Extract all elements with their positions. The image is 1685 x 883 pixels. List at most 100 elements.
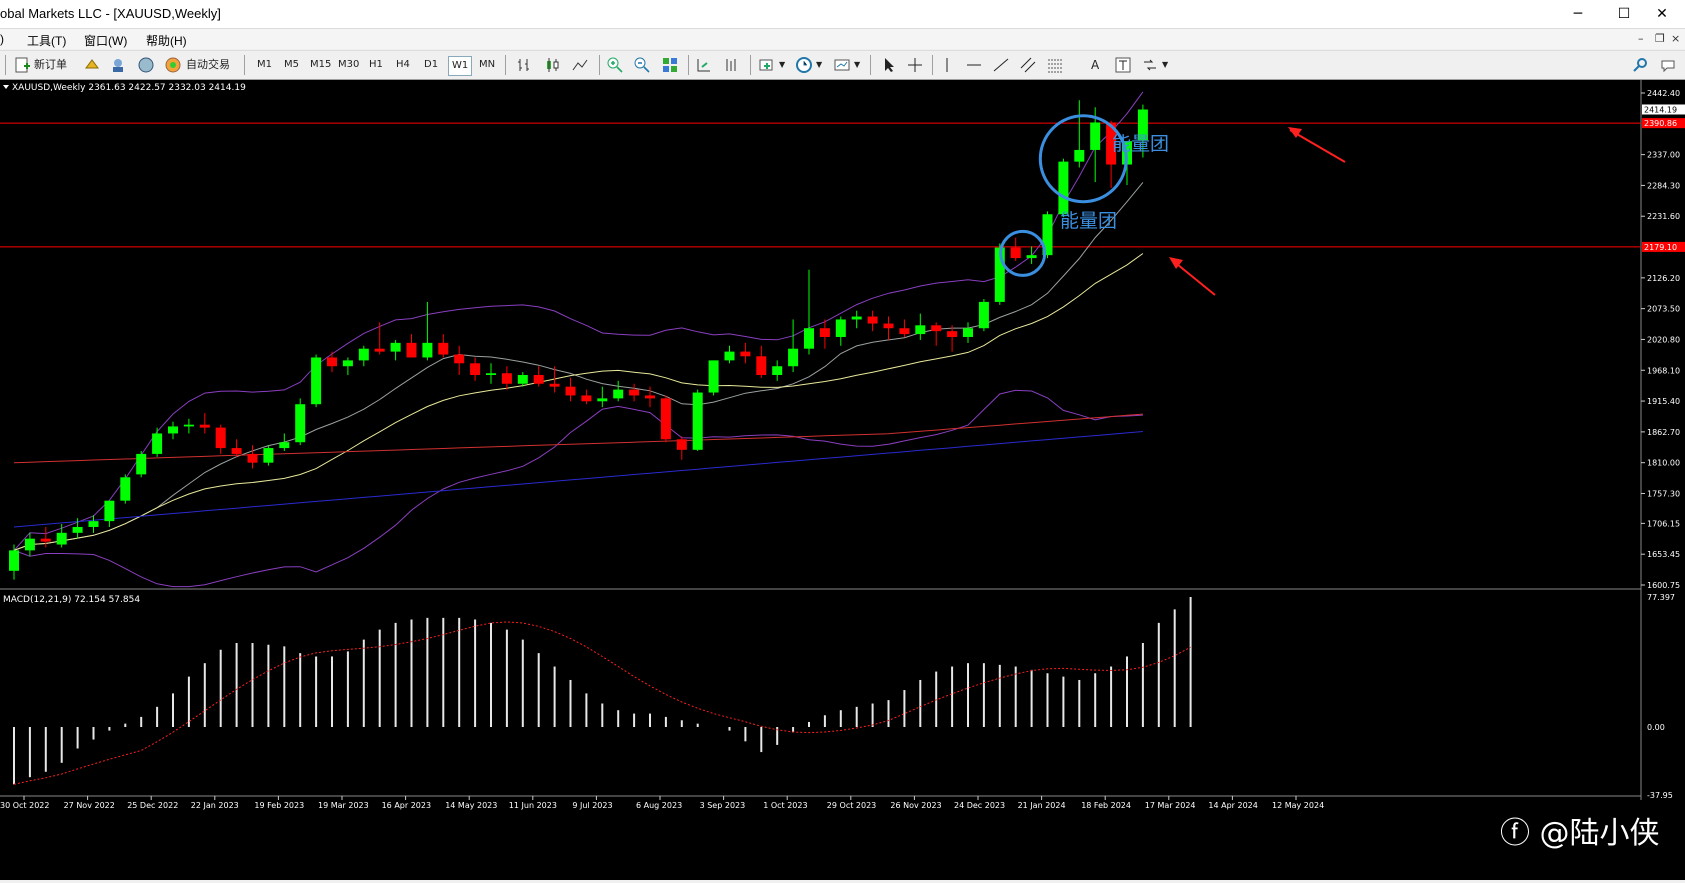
date-label: 9 Jul 2023: [572, 801, 612, 810]
candle-body: [406, 342, 417, 358]
tf-m1[interactable]: M1: [254, 56, 275, 74]
candle-body: [963, 328, 973, 337]
candle-body: [9, 550, 19, 571]
macd-scale-label: -37.95: [1647, 791, 1673, 800]
tf-d1[interactable]: D1: [421, 56, 441, 74]
candle-body: [24, 538, 35, 551]
periods-dropdown-icon[interactable]: ▼: [816, 55, 822, 75]
price-label: 2442.40: [1647, 89, 1680, 98]
candle-body: [358, 348, 369, 361]
candle-body: [390, 342, 401, 352]
price-label: 2126.20: [1647, 274, 1680, 283]
price-label: 1706.15: [1647, 519, 1680, 528]
chart-window[interactable]: XAUUSD,Weekly 2361.63 2422.57 2332.03 24…: [0, 80, 1685, 880]
text-label-icon[interactable]: [1114, 56, 1132, 74]
candle-body: [72, 526, 83, 533]
tile-windows-icon[interactable]: [661, 56, 679, 74]
fibonacci-icon[interactable]: [1046, 56, 1064, 74]
new-order-button[interactable]: 新订单: [34, 55, 67, 75]
tf-m30[interactable]: M30: [335, 56, 362, 74]
candle-body: [231, 448, 242, 454]
menu-item-help[interactable]: 帮助(H): [146, 32, 187, 49]
horizontal-line-icon[interactable]: [965, 56, 983, 74]
mdi-close-icon[interactable]: ×: [1671, 32, 1680, 45]
vertical-line-icon[interactable]: [938, 56, 956, 74]
candle-body: [708, 360, 719, 393]
candle-body: [676, 439, 687, 450]
date-label: 14 May 2023: [445, 801, 497, 810]
templates-dropdown-icon[interactable]: ▼: [854, 55, 860, 75]
minimize-button[interactable]: ─: [1555, 0, 1601, 28]
date-label: 19 Mar 2023: [318, 801, 369, 810]
auto-trade-icon[interactable]: [164, 56, 182, 74]
moving-average-10: [13, 182, 1144, 551]
zoom-in-icon[interactable]: [606, 56, 624, 74]
candlestick-icon[interactable]: [543, 56, 561, 74]
price-label: 1810.00: [1647, 459, 1680, 468]
candle-body: [549, 383, 560, 387]
tf-m15[interactable]: M15: [307, 56, 334, 74]
mdi-minimize-icon[interactable]: –: [1638, 32, 1644, 45]
terminal-icon[interactable]: [137, 56, 155, 74]
candle-body: [199, 424, 210, 428]
menu-item-tools[interactable]: 工具(T): [27, 32, 66, 49]
candle-body: [645, 395, 655, 399]
price-chart[interactable]: XAUUSD,Weekly 2361.63 2422.57 2332.03 24…: [0, 80, 1685, 880]
candle-body: [740, 351, 751, 357]
search-icon[interactable]: [1632, 56, 1650, 74]
line-chart-icon[interactable]: [571, 56, 589, 74]
autoscroll-icon[interactable]: [695, 56, 713, 74]
zoom-out-icon[interactable]: [633, 56, 651, 74]
candle-body: [1090, 122, 1101, 150]
date-label: 18 Feb 2024: [1081, 801, 1131, 810]
bar-chart-icon[interactable]: [515, 56, 533, 74]
chat-icon[interactable]: [1660, 56, 1678, 74]
chart-shift-icon[interactable]: [723, 56, 741, 74]
candle-body: [819, 328, 830, 337]
menu-item-window[interactable]: 窗口(W): [84, 32, 127, 49]
crosshair-icon[interactable]: [906, 56, 924, 74]
candle-body: [104, 500, 115, 522]
tf-mn[interactable]: MN: [476, 56, 498, 74]
indicators-dropdown-icon[interactable]: ▼: [779, 55, 785, 75]
date-label: 11 Jun 2023: [509, 801, 557, 810]
candle-body: [1074, 149, 1085, 162]
candle-body: [660, 398, 671, 440]
indicators-icon[interactable]: [758, 56, 776, 74]
price-label: 2231.60: [1647, 212, 1680, 221]
templates-icon[interactable]: [833, 56, 851, 74]
tf-w1[interactable]: W1: [448, 56, 473, 76]
date-label: 27 Nov 2022: [64, 801, 115, 810]
candle-body: [756, 356, 767, 375]
market-watch-icon[interactable]: [83, 56, 101, 74]
candle-body: [899, 328, 910, 335]
new-order-icon[interactable]: [14, 56, 32, 74]
trendline-icon[interactable]: [992, 56, 1010, 74]
date-label: 22 Jan 2023: [191, 801, 239, 810]
date-label: 3 Sep 2023: [700, 801, 746, 810]
periods-clock-icon[interactable]: [795, 56, 813, 74]
candle-body: [883, 323, 894, 329]
moving-average-20: [13, 253, 1144, 551]
tf-h4[interactable]: H4: [393, 56, 413, 74]
annotation-label: 能量团: [1112, 133, 1169, 155]
menu-item-stub[interactable]: ): [0, 32, 4, 46]
close-button[interactable]: ✕: [1639, 0, 1685, 28]
candle-body: [470, 363, 481, 375]
arrows-dropdown-icon[interactable]: ▼: [1162, 55, 1168, 75]
candle-body: [724, 351, 735, 361]
mdi-restore-icon[interactable]: ❐: [1655, 32, 1665, 45]
cursor-icon[interactable]: [880, 56, 898, 74]
text-tool-button[interactable]: A: [1091, 55, 1099, 75]
macd-scale-label: 77.397: [1647, 593, 1675, 602]
price-label: 2337.00: [1647, 151, 1680, 160]
candle-body: [772, 366, 783, 375]
navigator-icon[interactable]: [109, 56, 127, 74]
date-label: 12 May 2024: [1272, 801, 1324, 810]
auto-trade-button[interactable]: 自动交易: [186, 55, 230, 75]
candle-body: [788, 348, 799, 367]
tf-m5[interactable]: M5: [281, 56, 302, 74]
arrows-icon[interactable]: [1141, 56, 1159, 74]
equidistant-channel-icon[interactable]: [1019, 56, 1037, 74]
tf-h1[interactable]: H1: [366, 56, 386, 74]
